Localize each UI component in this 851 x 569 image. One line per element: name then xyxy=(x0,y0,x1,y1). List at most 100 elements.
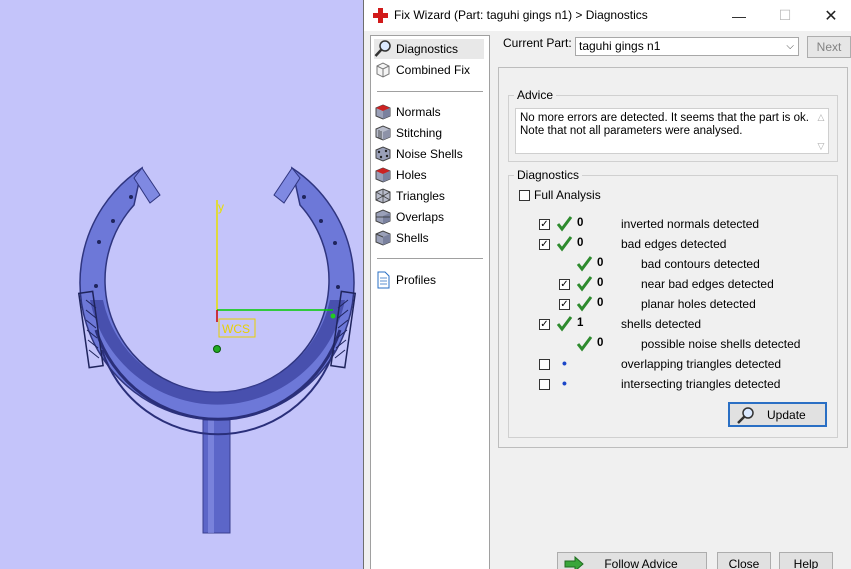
nav-item-profiles[interactable]: Profiles xyxy=(374,270,484,290)
update-button[interactable]: Update xyxy=(728,402,827,427)
advice-text-line-1: No more errors are detected. It seems th… xyxy=(520,112,809,124)
row-label: possible noise shells detected xyxy=(641,337,801,351)
wcs-label: WCS xyxy=(222,322,250,336)
update-label: Update xyxy=(767,408,806,422)
chevron-down-icon: ⌵ xyxy=(786,41,794,52)
nav-item-combined-fix[interactable]: Combined Fix xyxy=(374,60,484,80)
advice-text-line-2: Note that not all parameters were analys… xyxy=(520,125,743,137)
green-check-icon xyxy=(556,236,573,252)
bad-edges-checkbox[interactable]: ✓ xyxy=(539,239,550,250)
nav-item-noise-shells[interactable]: Noise Shells xyxy=(374,144,484,164)
inverted-normals-checkbox[interactable]: ✓ xyxy=(539,219,550,230)
nav-item-label: Shells xyxy=(396,231,429,245)
nav-item-label: Overlaps xyxy=(396,210,445,224)
magnifier-icon xyxy=(736,406,756,427)
diagnostics-panel: Advice No more errors are detected. It s… xyxy=(498,67,848,448)
close-window-button[interactable]: ✕ xyxy=(808,0,851,31)
advice-scrollbar[interactable]: △ ▽ xyxy=(814,109,828,153)
scroll-up-icon: △ xyxy=(817,112,825,122)
follow-advice-label: Follow Advice xyxy=(604,557,678,569)
normals-cube-icon xyxy=(374,103,392,121)
diagnostics-title: Diagnostics xyxy=(514,168,583,182)
green-arrow-icon xyxy=(564,555,584,569)
row-label: overlapping triangles detected xyxy=(621,357,782,371)
shells-icon xyxy=(374,229,392,247)
magnifier-icon xyxy=(374,40,392,58)
row-label: inverted normals detected xyxy=(621,217,760,231)
maximize-icon: ☐ xyxy=(778,7,792,23)
advice-group: Advice No more errors are detected. It s… xyxy=(508,88,838,162)
row-count: 0 xyxy=(597,257,604,269)
nav-item-label: Holes xyxy=(396,168,427,182)
y-axis-label: y xyxy=(218,200,224,214)
noise-shells-icon xyxy=(374,145,392,163)
near-bad-edges-checkbox[interactable]: ✓ xyxy=(559,279,570,290)
document-icon xyxy=(374,271,392,289)
advice-title: Advice xyxy=(514,88,557,102)
green-check-icon xyxy=(576,276,593,292)
row-label: bad contours detected xyxy=(641,257,760,271)
origin-marker xyxy=(213,345,221,353)
help-button[interactable]: Help xyxy=(779,552,833,569)
green-check-icon xyxy=(576,296,593,312)
green-check-icon xyxy=(576,336,593,352)
window-title: Fix Wizard (Part: taguhi gings n1) > Dia… xyxy=(394,8,648,22)
row-count: 0 xyxy=(597,297,604,309)
overlapping-triangles-checkbox[interactable] xyxy=(539,359,550,370)
nav-item-diagnostics[interactable]: Diagnostics xyxy=(374,39,484,59)
cube-outline-icon xyxy=(374,61,392,79)
advice-text-box: No more errors are detected. It seems th… xyxy=(515,108,829,154)
overlaps-icon xyxy=(374,208,392,226)
row-count: 0 xyxy=(597,277,604,289)
close-button[interactable]: Close xyxy=(717,552,771,569)
minimize-icon: — xyxy=(732,7,746,24)
row-count: 1 xyxy=(577,317,584,329)
row-label: intersecting triangles detected xyxy=(621,377,781,391)
nav-item-label: Triangles xyxy=(396,189,445,203)
green-check-icon xyxy=(576,256,593,272)
dialog-client: Diagnostics Combined Fix Normals Stitchi xyxy=(364,31,851,569)
row-label: near bad edges detected xyxy=(641,277,774,291)
current-part-label: Current Part: xyxy=(503,36,572,50)
row-label: planar holes detected xyxy=(641,297,756,311)
green-check-icon xyxy=(556,316,573,332)
follow-advice-button[interactable]: Follow Advice xyxy=(557,552,707,569)
nav-item-overlaps[interactable]: Overlaps xyxy=(374,207,484,227)
close-icon: ✕ xyxy=(824,7,838,25)
triangles-icon xyxy=(374,187,392,205)
nav-item-shells[interactable]: Shells xyxy=(374,228,484,248)
current-part-select[interactable]: taguhi gings n1 ⌵ xyxy=(575,37,799,56)
nav-item-holes[interactable]: Holes xyxy=(374,165,484,185)
intersecting-triangles-checkbox[interactable] xyxy=(539,379,550,390)
pending-dot-icon: • xyxy=(562,375,567,391)
nav-item-label: Combined Fix xyxy=(396,63,471,77)
nav-item-label: Stitching xyxy=(396,126,443,140)
full-analysis-label: Full Analysis xyxy=(534,188,601,202)
scroll-down-icon: ▽ xyxy=(817,141,825,151)
nav-item-label: Profiles xyxy=(396,273,437,287)
diagnostics-group: Diagnostics Full Analysis ✓ 0 inverted n… xyxy=(508,168,838,438)
planar-holes-checkbox[interactable]: ✓ xyxy=(559,299,570,310)
next-button[interactable]: Next xyxy=(807,36,851,58)
fix-wizard-window: Fix Wizard (Part: taguhi gings n1) > Dia… xyxy=(363,0,851,569)
nav-separator xyxy=(377,91,483,92)
row-label: shells detected xyxy=(621,317,702,331)
minimize-button[interactable]: — xyxy=(716,0,762,31)
green-check-icon xyxy=(556,216,573,232)
row-label: bad edges detected xyxy=(621,237,727,251)
nav-item-stitching[interactable]: Stitching xyxy=(374,123,484,143)
nav-item-label: Normals xyxy=(396,105,441,119)
maximize-button[interactable]: ☐ xyxy=(762,0,808,31)
fix-nav-panel: Diagnostics Combined Fix Normals Stitchi xyxy=(370,35,490,569)
nav-item-triangles[interactable]: Triangles xyxy=(374,186,484,206)
row-count: 0 xyxy=(577,217,584,229)
shells-checkbox[interactable]: ✓ xyxy=(539,319,550,330)
nav-item-label: Diagnostics xyxy=(396,42,459,56)
nav-item-normals[interactable]: Normals xyxy=(374,102,484,122)
row-count: 0 xyxy=(577,237,584,249)
stem-shape xyxy=(202,419,231,534)
full-analysis-checkbox[interactable] xyxy=(519,190,530,201)
nav-separator xyxy=(377,258,483,259)
3d-viewport[interactable]: y WCS xyxy=(0,0,363,569)
red-cross-icon xyxy=(373,8,388,23)
